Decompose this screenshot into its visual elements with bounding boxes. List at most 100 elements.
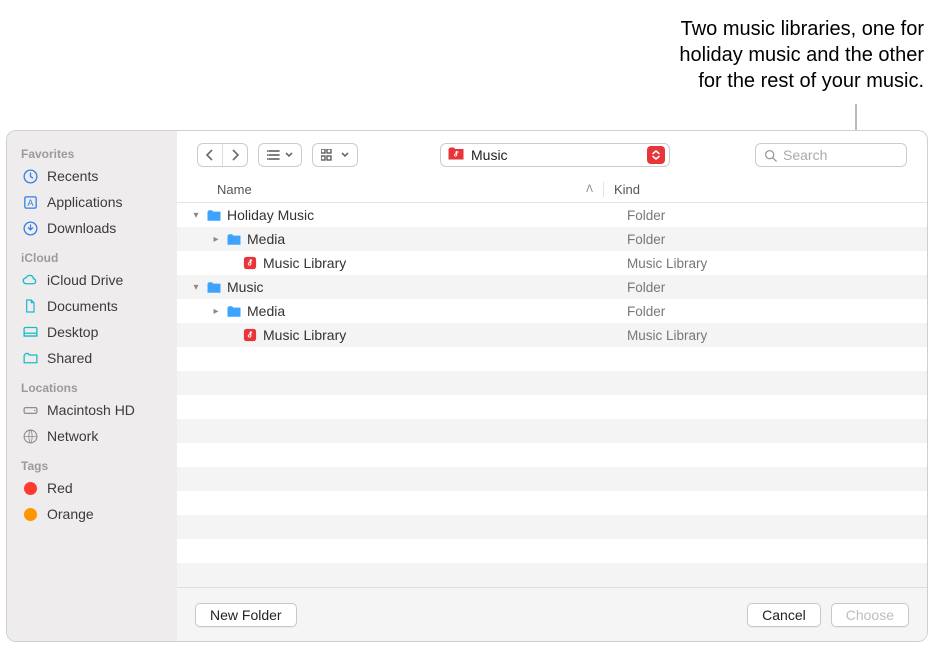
- svg-text:A: A: [27, 198, 34, 208]
- sidebar-heading-locations: Locations: [7, 371, 177, 397]
- sidebar-item-network[interactable]: Network: [7, 423, 177, 449]
- table-row[interactable]: ▸ Media Folder: [177, 227, 927, 251]
- row-kind: Folder: [617, 232, 927, 247]
- folder-icon: [206, 279, 222, 295]
- empty-row: [177, 515, 927, 539]
- row-name: Music Library: [263, 327, 346, 343]
- doc-icon: [21, 297, 39, 315]
- sidebar-heading-favorites: Favorites: [7, 137, 177, 163]
- empty-row: [177, 563, 927, 587]
- table-row[interactable]: Music Library Music Library: [177, 251, 927, 275]
- orange-tag-icon: [21, 505, 39, 523]
- sort-asc-icon: ᐱ: [586, 184, 593, 195]
- sidebar-item-label: Macintosh HD: [47, 402, 135, 418]
- grid-icon: [321, 149, 337, 161]
- nav-back-forward[interactable]: [197, 143, 248, 167]
- bottom-bar: New Folder Cancel Choose: [177, 587, 927, 641]
- globe-icon: [21, 427, 39, 445]
- cancel-label: Cancel: [762, 607, 806, 623]
- clock-icon: [21, 167, 39, 185]
- finder-choose-dialog: Favorites Recents A Applications Downloa…: [6, 130, 928, 642]
- sidebar-item-label: Orange: [47, 506, 94, 522]
- folder-icon: [226, 303, 242, 319]
- sidebar-item-shared[interactable]: Shared: [7, 345, 177, 371]
- column-name-label: Name: [217, 182, 252, 197]
- download-icon: [21, 219, 39, 237]
- folder-icon: [206, 207, 222, 223]
- search-placeholder: Search: [783, 147, 827, 163]
- row-kind: Folder: [617, 208, 927, 223]
- file-list: ▾ Holiday Music Folder ▸ Media Folder: [177, 203, 927, 587]
- folder-icon: [226, 231, 242, 247]
- back-button[interactable]: [198, 144, 222, 166]
- column-name[interactable]: Name ᐱ: [217, 182, 603, 197]
- search-icon: [764, 149, 777, 162]
- chevron-down-icon: [285, 151, 293, 159]
- row-kind: Folder: [617, 304, 927, 319]
- sidebar-item-desktop[interactable]: Desktop: [7, 319, 177, 345]
- new-folder-button[interactable]: New Folder: [195, 603, 297, 627]
- group-button[interactable]: [312, 143, 358, 167]
- shared-folder-icon: [21, 349, 39, 367]
- sidebar-item-downloads[interactable]: Downloads: [7, 215, 177, 241]
- sidebar-item-icloud-drive[interactable]: iCloud Drive: [7, 267, 177, 293]
- row-kind: Music Library: [617, 256, 927, 271]
- popup-stepper-icon: [647, 146, 665, 164]
- empty-row: [177, 347, 927, 371]
- empty-row: [177, 371, 927, 395]
- disclosure-triangle-closed-icon[interactable]: ▸: [211, 234, 221, 245]
- callout-line: holiday music and the other: [484, 42, 924, 68]
- sidebar-item-label: Desktop: [47, 324, 98, 340]
- sidebar-item-documents[interactable]: Documents: [7, 293, 177, 319]
- disclosure-triangle-open-icon[interactable]: ▾: [191, 210, 201, 221]
- empty-row: [177, 491, 927, 515]
- sidebar-heading-icloud: iCloud: [7, 241, 177, 267]
- red-tag-icon: [21, 479, 39, 497]
- table-row[interactable]: ▾ Holiday Music Folder: [177, 203, 927, 227]
- sidebar-item-recents[interactable]: Recents: [7, 163, 177, 189]
- table-row[interactable]: Music Library Music Library: [177, 323, 927, 347]
- location-popup[interactable]: Music: [440, 143, 670, 167]
- sidebar-item-label: Documents: [47, 298, 118, 314]
- disk-icon: [21, 401, 39, 419]
- table-row[interactable]: ▸ Media Folder: [177, 299, 927, 323]
- empty-row: [177, 467, 927, 491]
- callout-line: for the rest of your music.: [484, 68, 924, 94]
- apps-icon: A: [21, 193, 39, 211]
- sidebar-item-label: Recents: [47, 168, 98, 184]
- location-label: Music: [471, 147, 641, 163]
- view-list-button[interactable]: [258, 143, 302, 167]
- choose-button[interactable]: Choose: [831, 603, 909, 627]
- sidebar-heading-tags: Tags: [7, 449, 177, 475]
- list-icon: [267, 149, 281, 161]
- cancel-button[interactable]: Cancel: [747, 603, 821, 627]
- row-name: Media: [247, 303, 285, 319]
- music-library-icon: [242, 327, 258, 343]
- music-library-icon: [242, 255, 258, 271]
- sidebar-item-applications[interactable]: A Applications: [7, 189, 177, 215]
- row-name: Music Library: [263, 255, 346, 271]
- desktop-icon: [21, 323, 39, 341]
- new-folder-label: New Folder: [210, 607, 282, 623]
- disclosure-triangle-closed-icon[interactable]: ▸: [211, 306, 221, 317]
- column-kind[interactable]: Kind: [603, 182, 903, 197]
- chevron-down-icon: [341, 151, 349, 159]
- sidebar-item-label: iCloud Drive: [47, 272, 123, 288]
- empty-row: [177, 539, 927, 563]
- search-field[interactable]: Search: [755, 143, 907, 167]
- sidebar-item-label: Downloads: [47, 220, 116, 236]
- row-kind: Music Library: [617, 328, 927, 343]
- sidebar-item-label: Network: [47, 428, 98, 444]
- sidebar: Favorites Recents A Applications Downloa…: [7, 131, 177, 641]
- disclosure-triangle-open-icon[interactable]: ▾: [191, 282, 201, 293]
- column-headers: Name ᐱ Kind: [177, 177, 927, 203]
- sidebar-item-tag-red[interactable]: Red: [7, 475, 177, 501]
- sidebar-item-macintosh-hd[interactable]: Macintosh HD: [7, 397, 177, 423]
- sidebar-item-tag-orange[interactable]: Orange: [7, 501, 177, 527]
- forward-button[interactable]: [222, 144, 247, 166]
- row-kind: Folder: [617, 280, 927, 295]
- table-row[interactable]: ▾ Music Folder: [177, 275, 927, 299]
- row-name: Music: [227, 279, 264, 295]
- column-kind-label: Kind: [614, 182, 640, 197]
- sidebar-item-label: Shared: [47, 350, 92, 366]
